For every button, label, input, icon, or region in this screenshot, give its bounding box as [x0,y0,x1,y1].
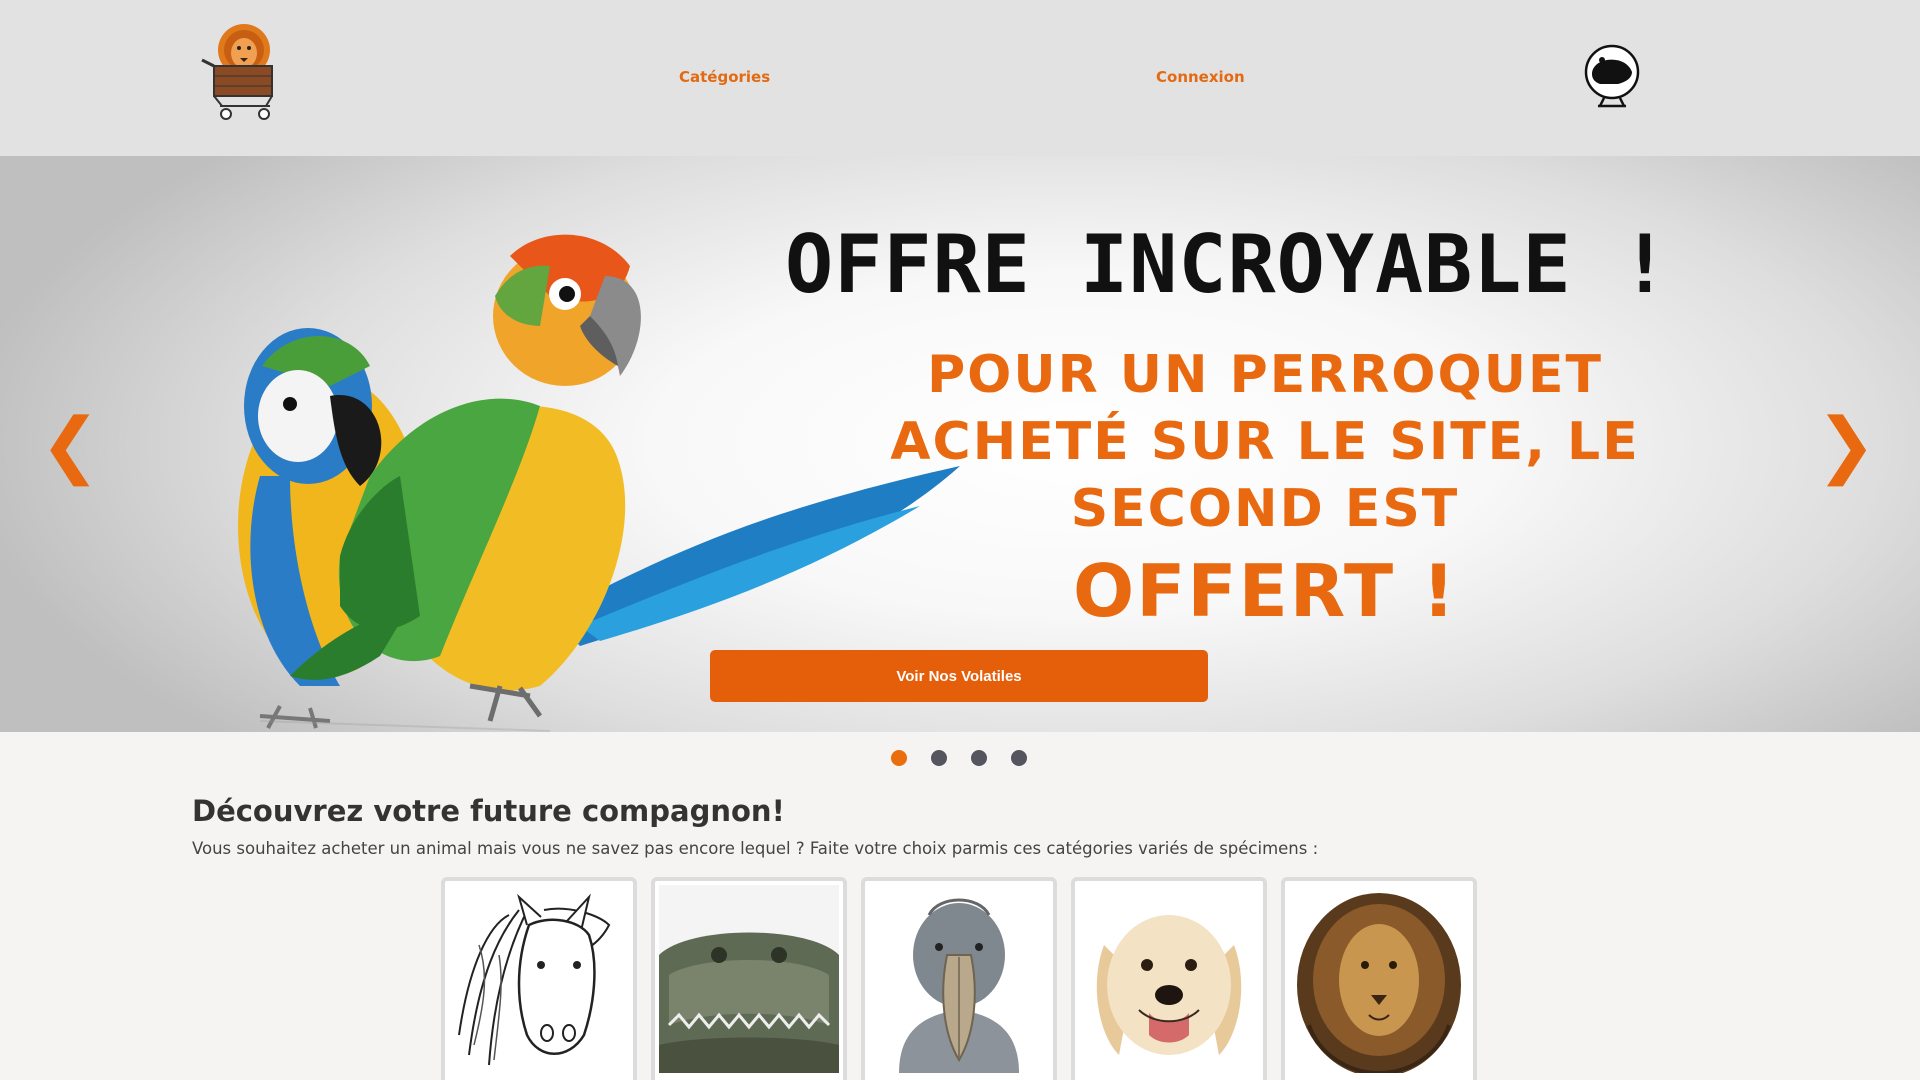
promo-subtitle: POUR UN PERROQUET ACHETÉ SUR LE SITE, LE… [860,342,1670,543]
discover-description: Vous souhaitez acheter un animal mais vo… [192,839,1319,858]
carousel-dots [891,750,1027,766]
site-header: Catégories Connexion [0,0,1920,156]
category-card-dog[interactable] [1071,877,1267,1080]
promo-carousel: OFFRE INCROYABLE ! POUR UN PERROQUET ACH… [0,156,1920,732]
promo-offert: OFFERT ! [1073,549,1457,633]
promo-title: OFFRE INCROYABLE ! [785,218,1670,311]
lion-icon [1289,885,1469,1073]
dog-icon [1079,885,1259,1073]
carousel-dot-2[interactable] [931,750,947,766]
lion-cart-logo[interactable] [200,20,290,124]
promo-subtitle-line: POUR UN PERROQUET [927,345,1603,405]
carousel-dot-4[interactable] [1011,750,1027,766]
crocodile-icon [659,885,839,1073]
promo-subtitle-line: ACHETÉ SUR LE SITE, LE [890,412,1640,472]
category-card-horse[interactable] [441,877,637,1080]
category-card-lion[interactable] [1281,877,1477,1080]
category-card-bird[interactable] [861,877,1057,1080]
nav-categories-link[interactable]: Catégories [679,68,770,86]
carousel-dot-3[interactable] [971,750,987,766]
nav-login-link[interactable]: Connexion [1156,68,1245,86]
discover-title: Découvrez votre future compagnon! [192,794,785,828]
carousel-next-arrow[interactable]: ❯ [1816,408,1876,480]
promo-subtitle-line: SECOND EST [1070,479,1460,539]
see-birds-button[interactable]: Voir Nos Volatiles [710,650,1208,702]
carousel-dot-1[interactable] [891,750,907,766]
category-card-crocodile[interactable] [651,877,847,1080]
hamster-wheel-icon[interactable] [1582,44,1642,108]
category-cards [441,877,1477,1080]
carousel-prev-arrow[interactable]: ❮ [40,408,100,480]
shoebill-bird-icon [869,885,1049,1073]
horse-icon [449,885,629,1073]
